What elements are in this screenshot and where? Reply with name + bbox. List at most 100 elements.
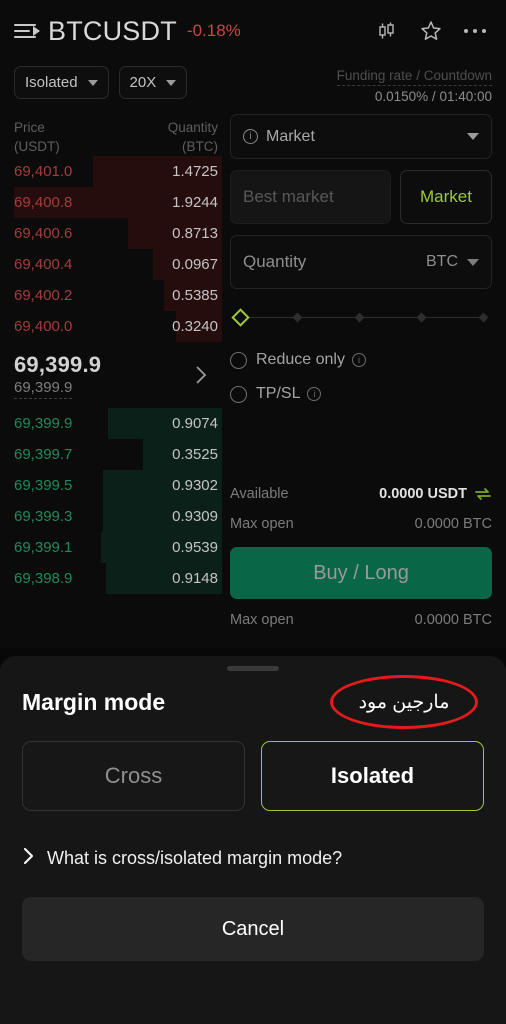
order-book-price: 69,400.6 xyxy=(14,225,73,242)
cross-label: Cross xyxy=(104,763,163,788)
info-icon[interactable]: i xyxy=(243,129,258,144)
reduce-only-option[interactable]: Reduce only i xyxy=(230,343,492,377)
page-title[interactable]: BTCUSDT xyxy=(48,16,177,47)
margin-mode-sheet: Margin mode مارجین مود Cross Isolated Wh… xyxy=(0,656,506,1024)
order-book-price: 69,399.7 xyxy=(14,446,73,463)
order-book-row[interactable]: 69,399.1 0.9539 xyxy=(14,532,222,563)
order-book-header: Price (USDT) Quantity (BTC) xyxy=(14,114,222,156)
chevron-down-icon xyxy=(166,79,177,86)
swap-arrows-icon[interactable] xyxy=(474,487,492,501)
candlestick-icon[interactable] xyxy=(370,14,404,48)
slider-tick xyxy=(416,312,427,323)
quantity-unit: BTC xyxy=(426,253,458,270)
order-book-price: 69,400.4 xyxy=(14,256,73,273)
order-book-quantity: 1.9244 xyxy=(172,194,218,211)
slider-diamond-handle[interactable] xyxy=(231,308,250,327)
order-book-row[interactable]: 69,400.6 0.8713 xyxy=(14,218,222,249)
annotation-callout: مارجین مود xyxy=(330,675,478,729)
order-book-quantity: 0.5385 xyxy=(172,287,218,304)
form-gap xyxy=(230,411,492,479)
price-change-badge: -0.18% xyxy=(186,21,241,40)
max-open-label: Max open xyxy=(230,516,294,532)
order-book-quantity: 0.9148 xyxy=(172,570,218,587)
funding-rate-block[interactable]: Funding rate / Countdown 0.0150% / 01:40… xyxy=(336,66,492,104)
tpsl-label: TP/SL xyxy=(256,385,301,402)
order-book-quantity: 0.9309 xyxy=(172,508,218,525)
chevron-down-icon[interactable] xyxy=(467,258,479,266)
order-book-quantity: 0.9302 xyxy=(172,477,218,494)
order-book-row[interactable]: 69,399.5 0.9302 xyxy=(14,470,222,501)
cancel-button[interactable]: Cancel xyxy=(22,897,484,961)
col-qty-unit: (BTC) xyxy=(182,139,218,154)
market-button-label: Market xyxy=(420,187,472,206)
buy-long-button[interactable]: Buy / Long xyxy=(230,547,492,599)
col-qty-label: Quantity xyxy=(167,120,218,135)
order-book-row[interactable]: 69,401.0 1.4725 xyxy=(14,156,222,187)
star-icon[interactable] xyxy=(414,14,448,48)
price-input[interactable]: Best market xyxy=(230,170,391,224)
margin-mode-cross-button[interactable]: Cross xyxy=(22,741,245,811)
order-book-row[interactable]: 69,400.0 0.3240 xyxy=(14,311,222,342)
order-book-quantity: 0.9539 xyxy=(172,539,218,556)
more-dots-icon[interactable] xyxy=(458,14,492,48)
chevron-right-icon[interactable] xyxy=(194,364,208,391)
leverage-value: 20X xyxy=(129,74,157,91)
order-book-price: 69,400.8 xyxy=(14,194,73,211)
chevron-right-icon xyxy=(22,846,35,871)
market-price-button[interactable]: Market xyxy=(400,170,492,224)
order-book-price: 69,400.2 xyxy=(14,287,73,304)
order-book-price: 69,399.3 xyxy=(14,508,73,525)
sheet-title: Margin mode xyxy=(22,688,166,715)
price-placeholder: Best market xyxy=(243,187,334,206)
slider-tick xyxy=(478,312,489,323)
index-price: 69,399.9 xyxy=(14,379,73,399)
order-book-quantity: 1.4725 xyxy=(172,163,218,180)
order-book-quantity: 0.0967 xyxy=(172,256,218,273)
trading-screen: BTCUSDT -0.18% Isolated 20X Funding rate… xyxy=(0,0,506,1024)
mid-price-block[interactable]: 69,399.9 69,399.9 xyxy=(14,342,222,408)
margin-mode-selector[interactable]: Isolated xyxy=(14,66,109,99)
list-arrow-icon[interactable] xyxy=(14,21,40,41)
available-value: 0.0000 USDT xyxy=(379,486,467,502)
order-book: Price (USDT) Quantity (BTC) 69,401.0 1.47… xyxy=(0,114,222,654)
info-icon[interactable]: i xyxy=(351,353,366,367)
order-book-price: 69,399.9 xyxy=(14,415,73,432)
reduce-only-radio[interactable] xyxy=(230,351,247,369)
funding-rate-value: 0.0150% / 01:40:00 xyxy=(374,89,492,104)
order-book-row[interactable]: 69,399.3 0.9309 xyxy=(14,501,222,532)
order-book-row[interactable]: 69,400.8 1.9244 xyxy=(14,187,222,218)
chevron-down-icon xyxy=(467,133,479,140)
available-label: Available xyxy=(230,486,289,502)
col-price-label: Price xyxy=(14,120,45,135)
margin-mode-value: Isolated xyxy=(25,74,78,91)
app-header: BTCUSDT -0.18% xyxy=(0,0,506,62)
order-book-quantity: 0.3525 xyxy=(172,446,218,463)
order-book-row[interactable]: 69,400.2 0.5385 xyxy=(14,280,222,311)
quantity-placeholder: Quantity xyxy=(243,252,307,271)
order-book-row[interactable]: 69,399.7 0.3525 xyxy=(14,439,222,470)
order-book-quantity: 0.9074 xyxy=(172,415,218,432)
tpsl-radio[interactable] xyxy=(230,385,247,403)
sheet-header: Margin mode مارجین مود xyxy=(22,671,484,733)
info-icon[interactable]: i xyxy=(307,387,322,401)
order-book-price: 69,398.9 xyxy=(14,570,73,587)
ask-rows: 69,401.0 1.4725 69,400.8 1.9244 69,400.6 0.87… xyxy=(14,156,222,342)
order-type-selector[interactable]: i Market xyxy=(230,114,492,159)
order-book-row[interactable]: 69,400.4 0.0967 xyxy=(14,249,222,280)
margin-faq-text: What is cross/isolated margin mode? xyxy=(47,847,343,868)
margin-mode-isolated-button[interactable]: Isolated xyxy=(261,741,484,811)
quantity-slider[interactable] xyxy=(231,305,490,331)
tpsl-option[interactable]: TP/SL i xyxy=(230,377,492,411)
order-book-price: 69,401.0 xyxy=(14,163,73,180)
order-form: i Market Best market Market Quantity BTC xyxy=(222,114,506,654)
margin-mode-options: Cross Isolated xyxy=(22,741,484,811)
leverage-selector[interactable]: 20X xyxy=(118,66,188,99)
order-book-row[interactable]: 69,398.9 0.9148 xyxy=(14,563,222,594)
buy-long-label: Buy / Long xyxy=(313,561,409,584)
max-open-value-2: 0.0000 BTC xyxy=(414,612,492,628)
bid-rows: 69,399.9 0.9074 69,399.7 0.3525 69,399.5 0.93… xyxy=(14,408,222,594)
order-book-row[interactable]: 69,399.9 0.9074 xyxy=(14,408,222,439)
quantity-input[interactable]: Quantity BTC xyxy=(230,235,492,289)
margin-faq-link[interactable]: What is cross/isolated margin mode? xyxy=(22,843,484,873)
trade-settings-bar: Isolated 20X Funding rate / Countdown 0.… xyxy=(0,62,506,114)
